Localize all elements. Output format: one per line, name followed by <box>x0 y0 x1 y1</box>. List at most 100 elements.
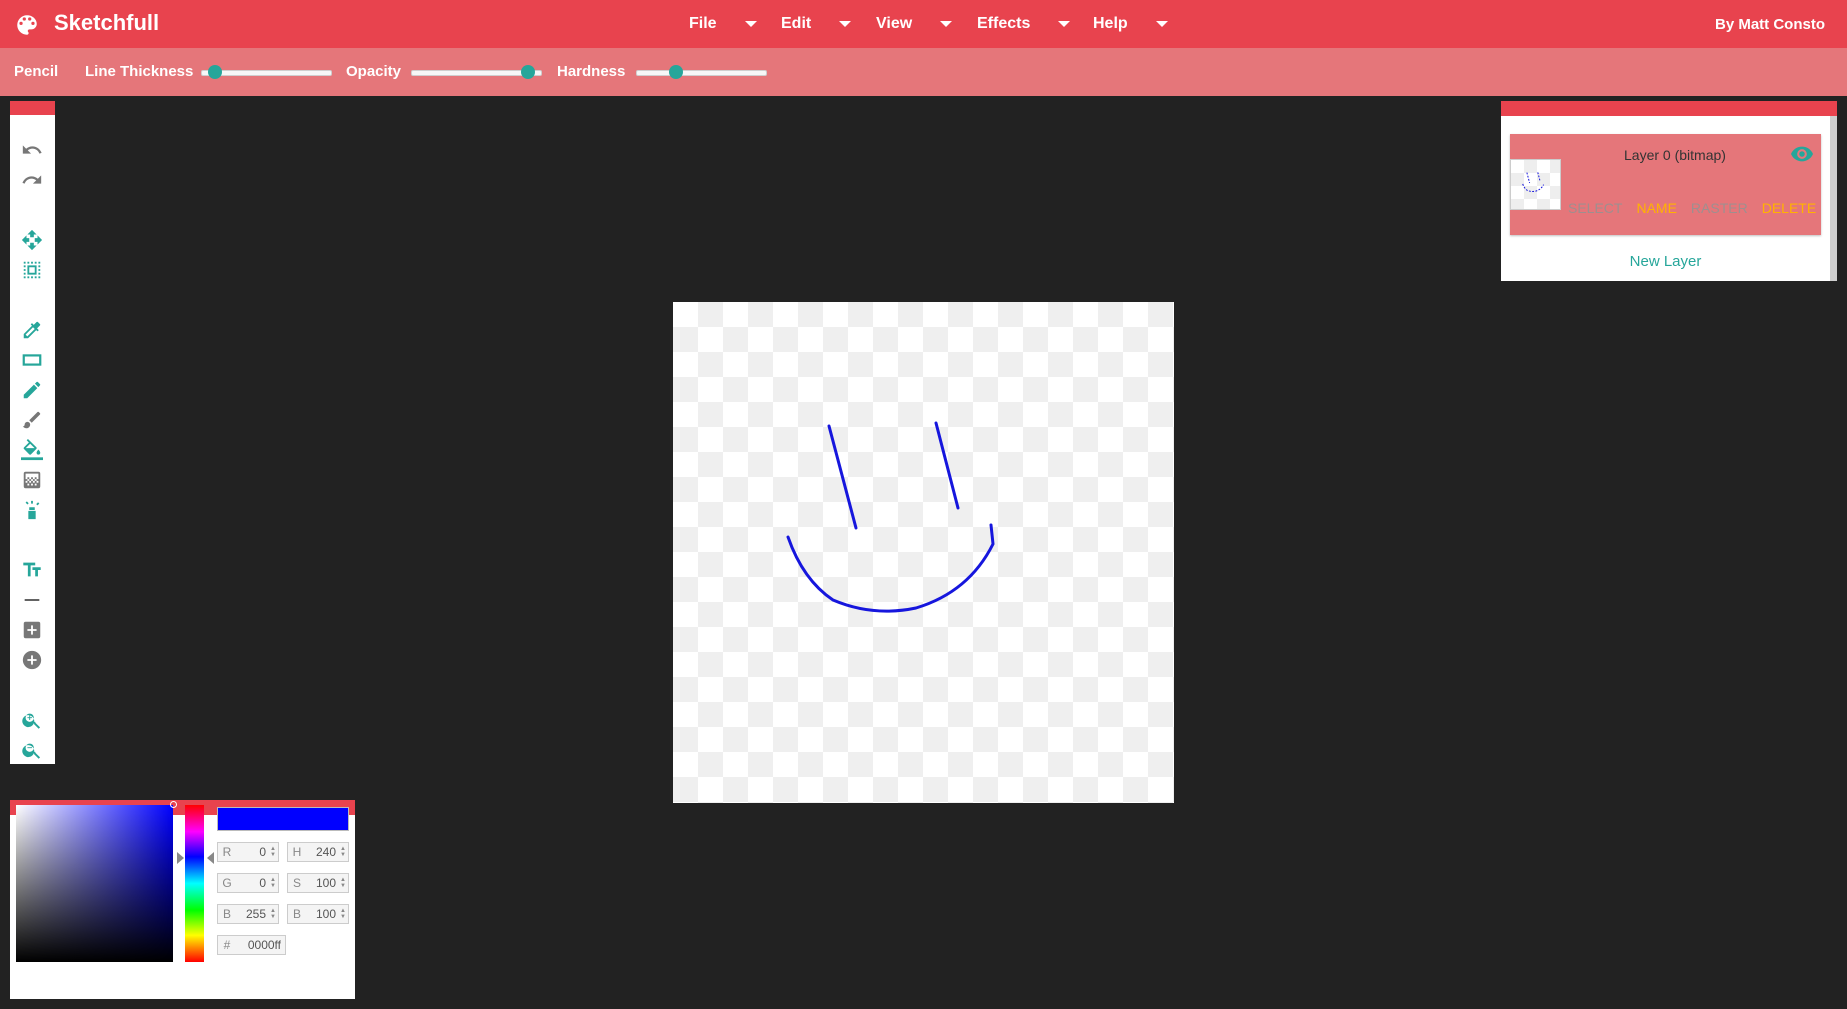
fill-tool[interactable] <box>20 438 44 462</box>
redo-button[interactable] <box>20 168 44 192</box>
hue-value: 240 <box>315 845 336 859</box>
undo-button[interactable] <box>20 138 44 162</box>
text-icon <box>23 562 41 577</box>
brush-tool[interactable] <box>20 408 44 432</box>
text-tool[interactable] <box>20 558 44 582</box>
fill-bucket-icon <box>21 439 43 461</box>
blue-field[interactable]: B 255 ▲ ▼ <box>217 904 279 924</box>
line-icon <box>24 599 40 601</box>
canvas-drawing <box>786 421 995 613</box>
add-shape-button[interactable] <box>20 618 44 642</box>
eyedropper-icon <box>23 321 41 339</box>
red-label: R <box>222 845 232 859</box>
palette-icon <box>17 15 37 35</box>
red-field[interactable]: R 0 ▲ ▼ <box>217 842 279 862</box>
chevron-down-icon <box>940 21 953 27</box>
brightness-field[interactable]: B 100 ▲ ▼ <box>287 904 349 924</box>
line-thickness-label: Line Thickness <box>85 63 194 80</box>
menu-edit[interactable]: Edit <box>781 15 852 33</box>
pencil-icon <box>23 381 41 399</box>
green-field[interactable]: G 0 ▲ ▼ <box>217 873 279 893</box>
stepper-icon[interactable]: ▲ ▼ <box>340 846 346 858</box>
line-thickness-slider[interactable] <box>201 65 332 79</box>
layer-delete-button[interactable]: DELETE <box>1762 200 1816 216</box>
eye-icon[interactable] <box>1791 146 1813 162</box>
stepper-icon[interactable]: ▲ ▼ <box>270 846 276 858</box>
hue-field[interactable]: H 240 ▲ ▼ <box>287 842 349 862</box>
layer-actions: SELECT NAME RASTER DELETE <box>1568 200 1816 216</box>
stepper-icon[interactable]: ▲ ▼ <box>340 877 346 889</box>
menu-edit-label: Edit <box>781 15 812 32</box>
rectangle-icon <box>22 354 42 366</box>
opacity-slider[interactable] <box>411 65 542 79</box>
spray-tool[interactable] <box>20 498 44 522</box>
green-label: G <box>222 876 232 890</box>
layers-scrollbar[interactable] <box>1830 116 1837 281</box>
add-square-icon <box>23 621 41 639</box>
move-icon <box>21 229 43 251</box>
stepper-icon[interactable]: ▲ ▼ <box>270 908 276 920</box>
new-layer-button[interactable]: New Layer <box>1501 253 1830 270</box>
chevron-down-icon <box>839 21 852 27</box>
author-credit: By Matt Consto <box>1715 16 1825 33</box>
slider-handle[interactable] <box>521 65 536 79</box>
saturation-label: S <box>292 876 301 890</box>
zoom-out-button[interactable] <box>20 738 44 762</box>
menu-file[interactable]: File <box>689 15 757 33</box>
menu-effects[interactable]: Effects <box>977 15 1071 33</box>
menu-help[interactable]: Help <box>1093 15 1168 33</box>
app-header: Sketchfull File Edit View Effects Help B… <box>0 0 1847 48</box>
blue-value: 255 <box>245 907 266 921</box>
hue-slider[interactable] <box>185 805 204 962</box>
zoom-in-button[interactable] <box>20 708 44 732</box>
hue-arrow-left <box>177 852 184 864</box>
layer-item[interactable]: Layer 0 (bitmap) SELECT NAME RASTER DELE… <box>1510 134 1821 235</box>
smile-stroke <box>786 523 995 613</box>
right-eye-stroke <box>934 421 960 510</box>
layer-select-button[interactable]: SELECT <box>1568 200 1622 216</box>
add-circle-button[interactable] <box>20 648 44 672</box>
select-icon <box>23 261 41 279</box>
app-title: Sketchfull <box>54 10 160 35</box>
gradient-tool[interactable] <box>20 468 44 492</box>
saturation-field[interactable]: S 100 ▲ ▼ <box>287 873 349 893</box>
layer-raster-button[interactable]: RASTER <box>1691 200 1748 216</box>
color-cursor[interactable] <box>170 801 177 808</box>
menu-view[interactable]: View <box>876 15 953 33</box>
menu-help-label: Help <box>1093 15 1128 32</box>
spray-icon <box>25 500 40 520</box>
current-tool-label: Pencil <box>14 63 59 80</box>
chevron-down-icon <box>744 21 757 27</box>
line-tool[interactable] <box>20 588 44 612</box>
brightness-value: 100 <box>315 907 336 921</box>
move-tool[interactable] <box>20 228 44 252</box>
saturation-brightness-field[interactable] <box>16 801 177 962</box>
opacity-label: Opacity <box>346 63 402 80</box>
saturation-value: 100 <box>315 876 336 890</box>
gradient-icon <box>23 471 41 489</box>
slider-handle[interactable] <box>669 65 684 79</box>
layer-rename-button[interactable]: NAME <box>1636 200 1676 216</box>
toolbox <box>10 101 55 764</box>
undo-icon <box>22 145 42 154</box>
hex-field[interactable]: # 0000ff <box>217 935 286 955</box>
redo-icon <box>22 175 42 184</box>
menu-view-label: View <box>876 15 913 32</box>
hardness-slider[interactable] <box>636 65 767 79</box>
red-value: 0 <box>259 845 266 859</box>
chevron-down-icon <box>1155 21 1168 27</box>
zoom-out-icon <box>22 743 41 759</box>
pencil-tool[interactable] <box>20 378 44 402</box>
eyedropper-tool[interactable] <box>20 318 44 342</box>
select-tool[interactable] <box>20 258 44 282</box>
add-circle-icon <box>22 650 42 670</box>
stepper-icon[interactable]: ▲ ▼ <box>340 908 346 920</box>
layer-name: Layer 0 (bitmap) <box>1624 147 1726 163</box>
menu-effects-label: Effects <box>977 15 1031 32</box>
stepper-icon[interactable]: ▲ ▼ <box>270 877 276 889</box>
drawing-canvas[interactable] <box>673 302 1174 803</box>
slider-handle[interactable] <box>207 65 222 79</box>
hue-label: H <box>292 845 302 859</box>
brush-icon <box>22 411 41 429</box>
rectangle-tool[interactable] <box>20 348 44 372</box>
